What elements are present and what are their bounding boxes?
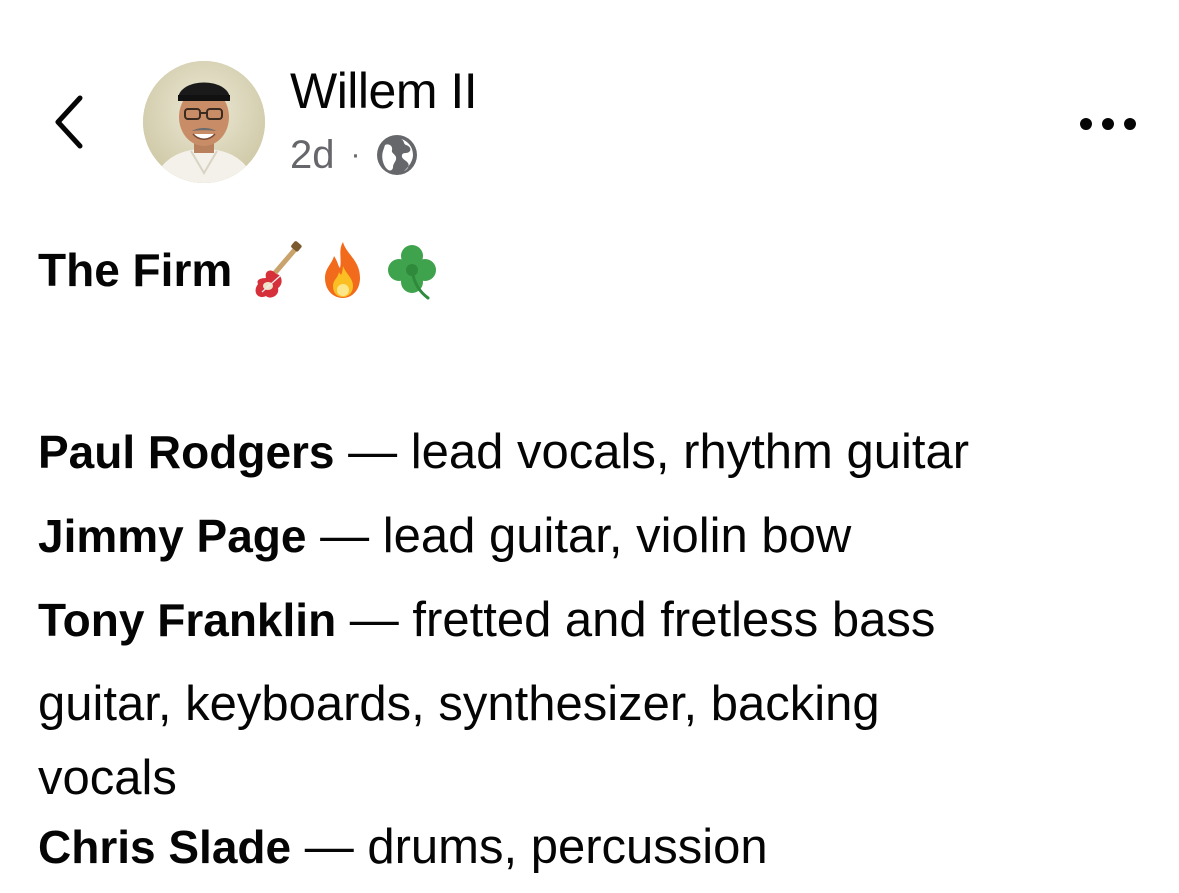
more-options-button[interactable] [1076,106,1140,142]
meta-separator: · [350,138,361,171]
member-role: drums, percussion [367,820,768,874]
post-title: The Firm [38,244,233,296]
member-role-continued: vocals [38,746,1148,810]
guitar-emoji [250,240,304,300]
dash: — [291,820,368,874]
member-name: Tony Franklin [38,594,337,646]
member-role: guitar, keyboards, synthesizer, backing [38,677,880,731]
member-role: fretted and fretless bass [412,593,936,647]
member-line: Tony Franklin — fretted and fretless bas… [38,578,1148,662]
member-role-continued: guitar, keyboards, synthesizer, backing [38,662,1148,746]
member-role: lead guitar, violin bow [382,509,852,563]
dash: — [306,509,383,563]
post-title-row: The Firm [38,232,1148,308]
avatar-image [143,61,265,183]
avatar[interactable] [143,61,265,183]
post-time[interactable]: 2d [290,133,335,178]
member-line: Jimmy Page — lead guitar, violin bow [38,494,1148,578]
post-body: The Firm Paul Rodgers — lead vocals, rhy… [38,232,1148,884]
globe-icon[interactable] [375,133,419,177]
author-name[interactable]: Willem II [290,62,478,120]
dash: — [336,593,413,647]
more-dots-icon [1080,118,1136,130]
member-role: lead vocals, rhythm guitar [410,425,970,479]
member-name: Jimmy Page [38,510,307,562]
member-line: Paul Rodgers — lead vocals, rhythm guita… [38,410,1148,494]
dash: — [334,425,411,479]
chevron-left-icon [55,95,83,149]
member-name: Paul Rodgers [38,426,335,478]
post-meta: 2d · [290,130,419,180]
member-line: Chris Slade — drums, percussion [38,810,1148,884]
shamrock-emoji [382,240,437,300]
fire-emoji [316,240,370,300]
member-role: vocals [38,751,177,805]
member-name: Chris Slade [38,821,292,873]
back-button[interactable] [50,92,94,152]
